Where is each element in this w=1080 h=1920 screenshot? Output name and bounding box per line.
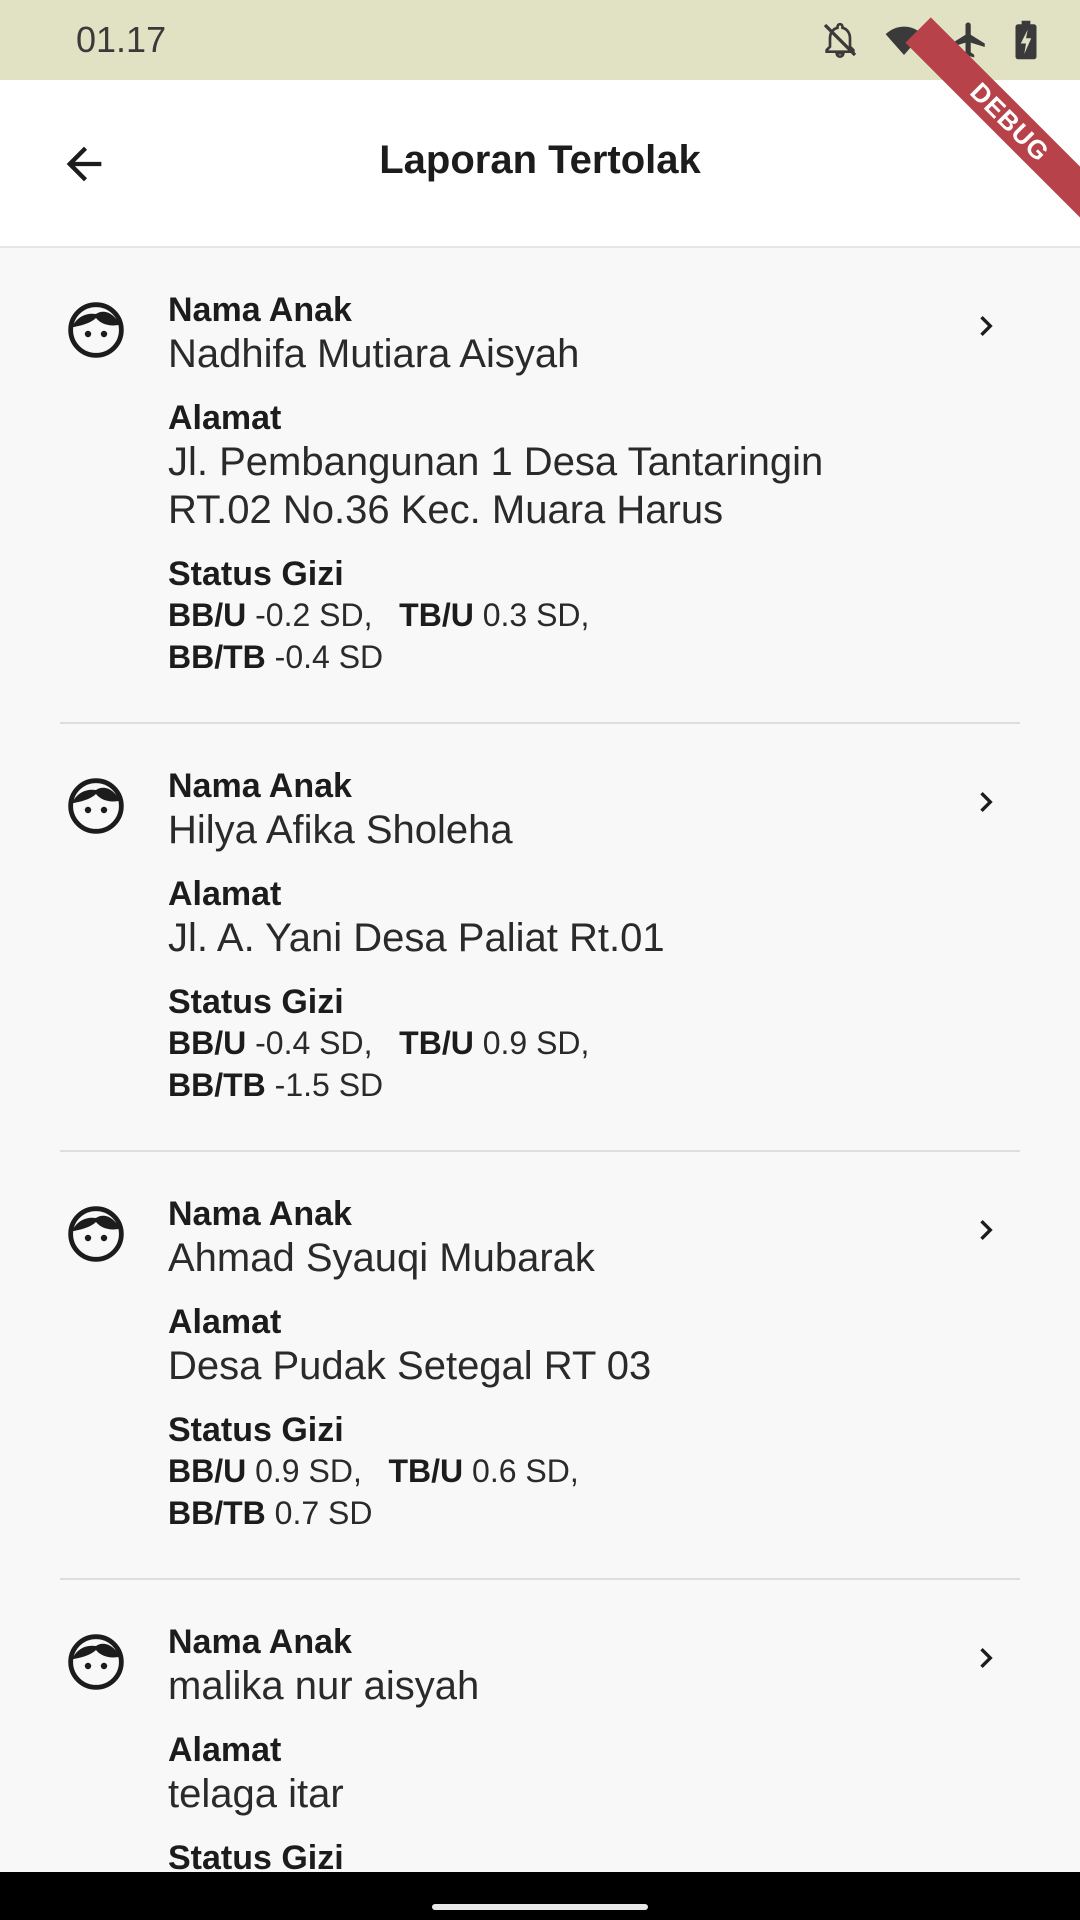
navigation-bar xyxy=(0,1872,1080,1920)
tbu-label: TB/U xyxy=(388,1453,464,1489)
home-gesture-handle[interactable] xyxy=(432,1904,648,1910)
child-name-label: Nama Anak xyxy=(168,767,352,805)
tbu-value: 0.9 SD, xyxy=(482,1025,590,1061)
nutrition-status-label: Status Gizi xyxy=(168,983,344,1021)
bbu-label: BB/U xyxy=(168,1453,247,1489)
bbu-label: BB/U xyxy=(168,1025,247,1061)
address-label: Alamat xyxy=(168,1731,282,1769)
status-time: 01.17 xyxy=(76,19,167,60)
list-item[interactable]: Nama Anak Ahmad Syauqi Mubarak Alamat De… xyxy=(60,1152,1020,1580)
nutrition-line: BB/U -0.4 SD, TB/U 0.9 SD, xyxy=(168,1022,900,1064)
face-icon xyxy=(68,778,124,834)
face-icon xyxy=(68,1206,124,1262)
child-name: malika nur aisyah xyxy=(168,1664,480,1708)
child-address: Jl. Pembangunan 1 Desa Tantaringin RT.02… xyxy=(168,440,824,532)
bbu-value: -0.4 SD, xyxy=(255,1025,373,1061)
list-item[interactable]: Nama Anak Nadhifa Mutiara Aisyah Alamat … xyxy=(60,248,1020,724)
nutrition-status-label: Status Gizi xyxy=(168,555,344,593)
child-address: Jl. A. Yani Desa Paliat Rt.01 xyxy=(168,916,665,960)
child-name-label: Nama Anak xyxy=(168,291,352,329)
child-name: Nadhifa Mutiara Aisyah xyxy=(168,332,580,376)
nutrition-line: BB/U -0.2 SD, TB/U 0.3 SD, xyxy=(168,594,900,636)
nutrition-line: BB/TB -1.5 SD xyxy=(168,1064,900,1106)
face-icon xyxy=(68,302,124,358)
tbu-value: 0.3 SD, xyxy=(482,597,590,633)
chevron-right-icon[interactable] xyxy=(966,1638,1006,1678)
bbu-label: BB/U xyxy=(168,597,247,633)
app-bar: Laporan Tertolak xyxy=(0,80,1080,248)
nutrition-line: BB/TB 0.7 SD xyxy=(168,1492,900,1534)
list-item[interactable]: Nama Anak malika nur aisyah Alamat telag… xyxy=(60,1580,1020,1872)
tbu-value: 0.6 SD, xyxy=(472,1453,579,1489)
bbtb-label: BB/TB xyxy=(168,1067,266,1103)
tbu-label: TB/U xyxy=(399,597,474,633)
address-label: Alamat xyxy=(168,1303,282,1341)
child-name: Ahmad Syauqi Mubarak xyxy=(168,1236,595,1280)
nutrition-line: BB/TB -0.4 SD xyxy=(168,636,900,678)
face-icon xyxy=(68,1634,124,1690)
child-name: Hilya Afika Sholeha xyxy=(168,808,513,852)
bbu-value: -0.2 SD, xyxy=(255,597,373,633)
tbu-label: TB/U xyxy=(399,1025,474,1061)
address-label: Alamat xyxy=(168,875,282,913)
notifications-off-icon xyxy=(823,22,857,59)
bbu-value: 0.9 SD, xyxy=(255,1453,362,1489)
battery-charging-icon xyxy=(1015,20,1037,60)
chevron-right-icon[interactable] xyxy=(966,782,1006,822)
nutrition-line: BB/U 0.9 SD, TB/U 0.6 SD, xyxy=(168,1450,900,1492)
child-address: Desa Pudak Setegal RT 03 xyxy=(168,1344,652,1388)
page-title: Laporan Tertolak xyxy=(379,138,701,182)
address-label: Alamat xyxy=(168,399,282,437)
rejected-report-list: Nama Anak Nadhifa Mutiara Aisyah Alamat … xyxy=(0,248,1080,1872)
chevron-right-icon[interactable] xyxy=(966,1210,1006,1250)
bbtb-label: BB/TB xyxy=(168,639,266,675)
child-name-label: Nama Anak xyxy=(168,1195,352,1233)
child-address: telaga itar xyxy=(168,1772,344,1816)
child-name-label: Nama Anak xyxy=(168,1623,352,1661)
bbtb-value: 0.7 SD xyxy=(274,1495,373,1531)
nutrition-status-label: Status Gizi xyxy=(168,1839,344,1872)
chevron-right-icon[interactable] xyxy=(966,306,1006,346)
nutrition-status-label: Status Gizi xyxy=(168,1411,344,1449)
bbtb-value: -1.5 SD xyxy=(274,1067,384,1103)
bbtb-value: -0.4 SD xyxy=(274,639,384,675)
bbtb-label: BB/TB xyxy=(168,1495,266,1531)
list-item[interactable]: Nama Anak Hilya Afika Sholeha Alamat Jl.… xyxy=(60,724,1020,1152)
